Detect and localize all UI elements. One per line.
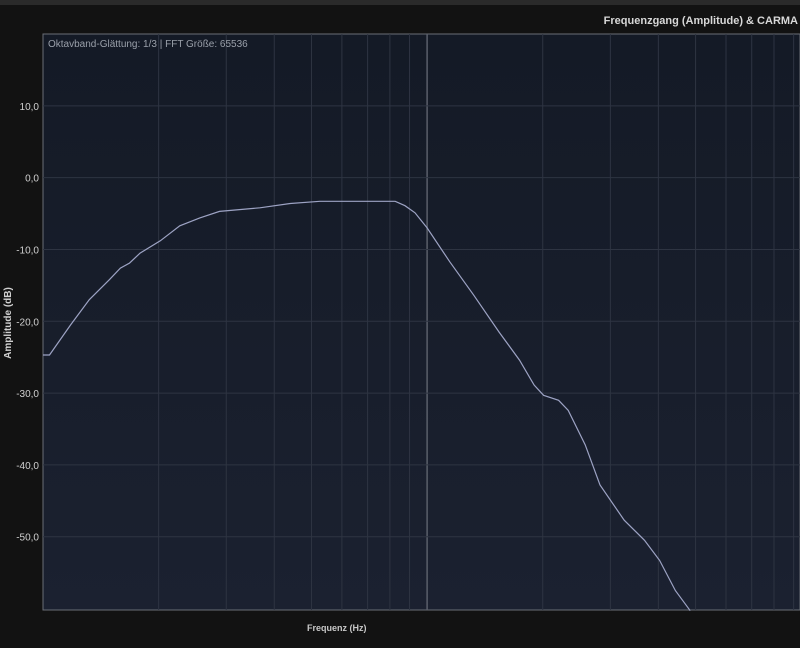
chart-plot: 10,0 0,0 -10,0 -20,0 -30,0 -40,0 -50,0 (16, 33, 800, 612)
chart-subtitle: Oktavband-Glättung: 1/3 | FFT Größe: 655… (48, 39, 248, 50)
y-tick-label: -30,0 (16, 389, 39, 400)
y-tick-label: -50,0 (16, 533, 39, 544)
y-tick-label: -10,0 (16, 245, 39, 256)
y-tick-label: 0,0 (25, 174, 39, 185)
x-axis-label: Frequenz (Hz) (307, 623, 367, 633)
y-axis-label: Amplitude (dB) (3, 287, 14, 359)
plot-area (42, 33, 800, 611)
y-tick-label: 10,0 (20, 102, 40, 113)
y-tick-label: -40,0 (16, 461, 39, 472)
y-tick-label: -20,0 (16, 317, 39, 328)
